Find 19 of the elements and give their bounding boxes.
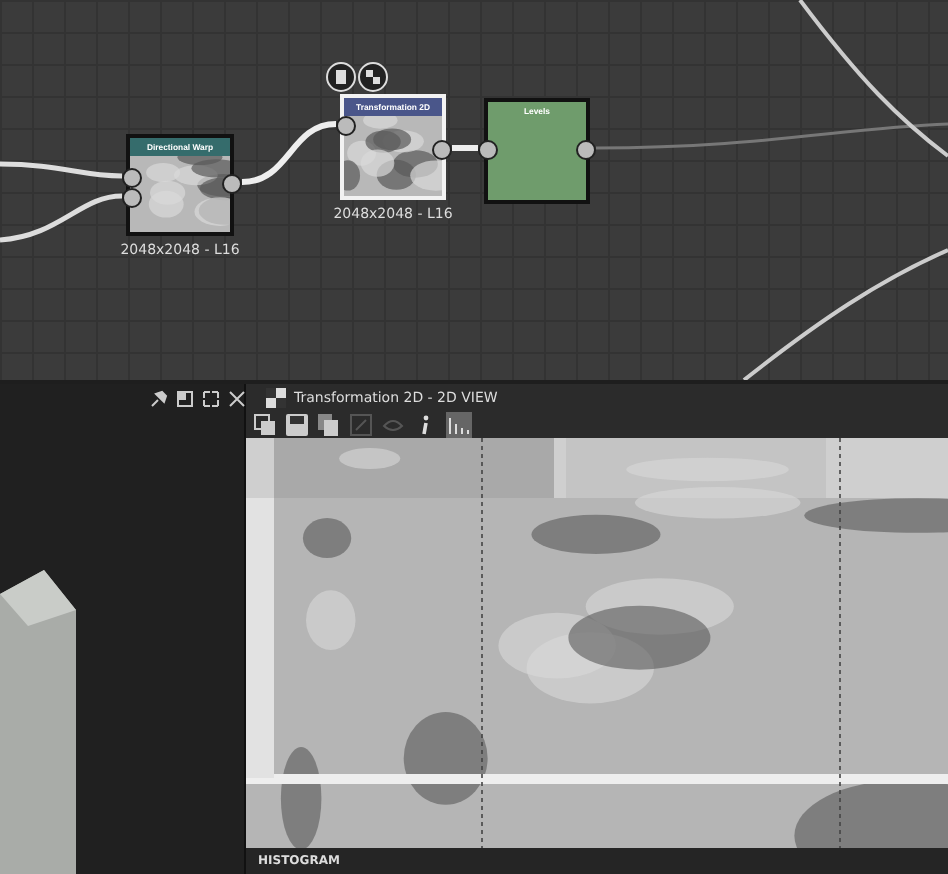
connection-wire [241,121,337,185]
close-icon[interactable] [228,389,246,407]
layers-icon[interactable] [254,414,276,436]
pin-icon[interactable] [150,389,168,407]
input-socket[interactable] [478,140,498,160]
document-icon[interactable] [326,62,356,92]
maximize-icon[interactable] [202,389,220,407]
connection-wire [0,193,123,243]
copy-icon[interactable] [318,414,340,436]
window-icon[interactable] [176,389,194,407]
save-icon[interactable] [286,414,308,436]
checker-icon[interactable] [358,62,388,92]
output-socket[interactable] [432,140,452,160]
connection-wire [0,161,123,179]
connection-wire [452,145,478,151]
output-socket[interactable] [576,140,596,160]
histogram-icon[interactable] [446,412,472,438]
input-socket[interactable] [336,116,356,136]
output-socket[interactable] [222,174,242,194]
